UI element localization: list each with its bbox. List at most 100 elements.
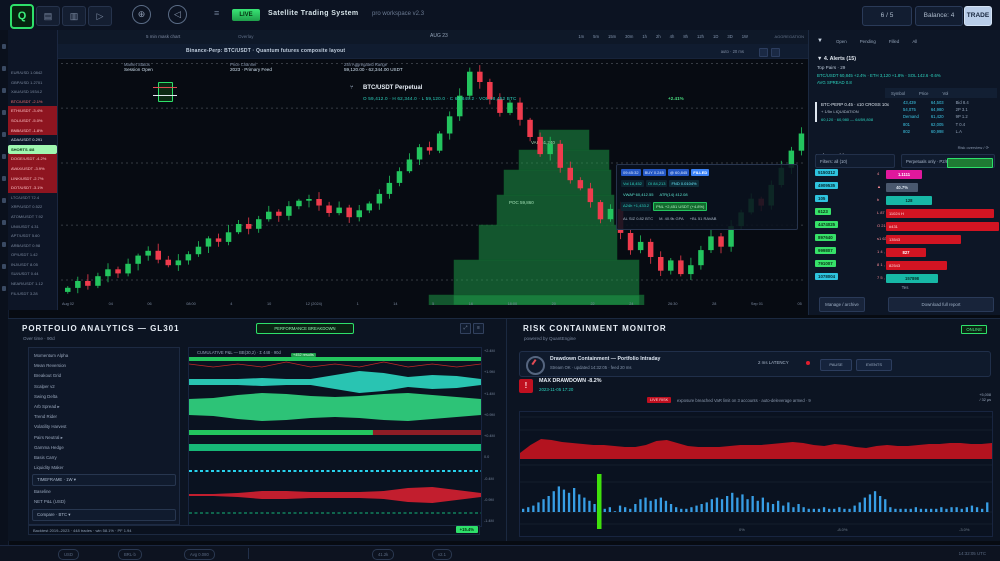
timeframe-chip[interactable]: 3D: [725, 33, 734, 40]
pause-chip[interactable]: PAUSE: [820, 359, 852, 371]
strategy-item[interactable]: Breakout Grid: [29, 371, 179, 381]
filter-box-1[interactable]: Filters: all (10): [815, 154, 895, 168]
risk-overview-link[interactable]: Risk overview / ⟳: [958, 145, 989, 150]
timeframe-chip[interactable]: 1h: [640, 33, 649, 40]
rail-glyph[interactable]: [2, 176, 6, 181]
strategy-item[interactable]: Mean Reversion: [29, 361, 179, 371]
symbol-title[interactable]: Binance-Perp: BTC/USDT · Quantum futures…: [186, 48, 345, 54]
filter-icon[interactable]: ▼: [817, 38, 823, 44]
rail-glyph[interactable]: [2, 66, 6, 71]
watchlist-item[interactable]: SHORTS 4/8: [8, 145, 57, 155]
timeframe-chip[interactable]: 8h: [681, 33, 690, 40]
timeframe-chip[interactable]: 4h: [668, 33, 677, 40]
watchlist-item[interactable]: NEAR/USDT 1.12: [8, 279, 57, 289]
timeframe-chip[interactable]: 2h: [654, 33, 663, 40]
chart-mode-label[interactable]: Overlay: [238, 34, 254, 39]
strategy-item[interactable]: Liquidity Maker: [29, 463, 179, 473]
menu-icon[interactable]: ≡: [473, 323, 484, 334]
trade-button[interactable]: TRADE: [964, 6, 992, 26]
timeframe-chip[interactable]: 12h: [695, 33, 706, 40]
watchlist-item[interactable]: GBP/USD 1.2701: [8, 78, 57, 88]
report-button[interactable]: Download full report: [888, 297, 994, 312]
manage-button[interactable]: Manage / archive: [819, 297, 865, 312]
rail-glyph[interactable]: [2, 264, 6, 269]
strategy-item[interactable]: Swing Delta: [29, 392, 179, 402]
watchlist-item[interactable]: ARB/USDT 0.98: [8, 241, 57, 251]
col-vol[interactable]: Vol: [943, 91, 949, 96]
strategy-item[interactable]: Basis Carry: [29, 453, 179, 463]
rail-glyph[interactable]: [2, 88, 6, 93]
watchlist-item[interactable]: XAU/USD 1934.2: [8, 87, 57, 97]
book-row[interactable]: 9998071 4 , 13 · 41827: [813, 246, 997, 258]
app-logo-icon[interactable]: Q: [10, 4, 34, 29]
book-row[interactable]: 105b128: [813, 194, 997, 206]
strategy-item[interactable]: Scalper v2: [29, 382, 179, 392]
strategy-item[interactable]: Volatility Harvest: [29, 422, 179, 432]
watchlist-item[interactable]: INJ/USDT 8.05: [8, 260, 57, 270]
strategy-item[interactable]: Pairs Neutral ▸: [29, 433, 179, 443]
camera-square-icon[interactable]: [771, 48, 780, 57]
crosshair-icon[interactable]: ⊕: [132, 5, 151, 24]
watchlist-item[interactable]: SUI/USDT 0.44: [8, 269, 57, 279]
strategy-item[interactable]: Momentum Alpha: [29, 351, 179, 361]
timeframe-chip[interactable]: 1m: [576, 33, 586, 40]
timeframe-chip[interactable]: 1D: [711, 33, 720, 40]
panels-icon[interactable]: ▥: [62, 6, 86, 26]
performance-pill[interactable]: PERFORMANCE BREAKDOWN: [256, 323, 354, 334]
list-icon[interactable]: ≡: [214, 8, 219, 18]
watchlist-item[interactable]: DOGE/USDT -4.2%: [8, 154, 57, 164]
watchlist-item[interactable]: SOL/USDT -5.0%: [8, 116, 57, 126]
watchlist-item[interactable]: ATOM/USDT 7.92: [8, 212, 57, 222]
rail-glyph[interactable]: [2, 286, 6, 291]
watchlist-item[interactable]: EUR/USD 1.0842: [8, 68, 57, 78]
book-row[interactable]: 10780047 5 , 68157898: [813, 272, 997, 284]
timeframe-chip[interactable]: 15m: [606, 33, 618, 40]
rail-glyph[interactable]: [2, 132, 6, 137]
rail-glyph[interactable]: [2, 220, 6, 225]
col-symbol[interactable]: Symbol: [891, 91, 905, 96]
layout-grid-icon[interactable]: ▤: [36, 6, 60, 26]
timeframe-chip[interactable]: 30m: [623, 33, 635, 40]
filter-column[interactable]: Filled: [889, 39, 900, 44]
events-chip[interactable]: EVENTS: [856, 359, 892, 371]
watchlist-item[interactable]: BNB/USDT -1.8%: [8, 126, 57, 136]
rail-glyph[interactable]: [2, 110, 6, 115]
play-icon[interactable]: ▷: [88, 6, 112, 26]
rail-glyph[interactable]: [2, 198, 6, 203]
filter-column[interactable]: Pending: [860, 39, 876, 44]
expand-icon[interactable]: ⤢: [460, 323, 471, 334]
book-row[interactable]: 6123L 87 , 911024 H: [813, 207, 997, 219]
strategy-item[interactable]: Gamma Hedge: [29, 443, 179, 453]
watchlist-item[interactable]: UNI/USDT 4.31: [8, 222, 57, 232]
watchlist-item[interactable]: APT/USDT 5.60: [8, 231, 57, 241]
book-row[interactable]: 4909535▲40.7%: [813, 181, 997, 193]
filter-column[interactable]: Open: [836, 39, 847, 44]
book-row[interactable]: 7910078 1 , 1882543: [813, 259, 997, 271]
book-row[interactable]: 897640s1 63 , 413543: [813, 233, 997, 245]
back-icon[interactable]: ◁: [168, 5, 187, 24]
watchlist-item[interactable]: BTC/USDT -2.1%: [8, 97, 57, 107]
watchlist-item[interactable]: AVAX/USDT -3.9%: [8, 164, 57, 174]
compare-select[interactable]: Compare · BTC ▾: [32, 509, 176, 521]
watchlist-item[interactable]: DOT/USDT -3.1%: [8, 183, 57, 193]
timeframe-chip[interactable]: 5m: [591, 33, 601, 40]
timeframe-chip[interactable]: 1W: [740, 33, 750, 40]
strategy-item[interactable]: Arb Spread ▸: [29, 402, 179, 412]
watchlist-item[interactable]: ADA/USDT 0.291: [8, 135, 57, 145]
green-range-input[interactable]: [947, 158, 993, 168]
strategy-item[interactable]: Trend Rider: [29, 412, 179, 422]
rail-glyph[interactable]: [2, 154, 6, 159]
balance-button[interactable]: Balance: 4: [915, 6, 963, 26]
book-row[interactable]: 4474025O 21 , 9#431: [813, 220, 997, 232]
watchlist-item[interactable]: FIL/USDT 3.28: [8, 289, 57, 299]
book-row[interactable]: 515031241.1111: [813, 168, 997, 180]
watchlist-item[interactable]: LINK/USDT -2.7%: [8, 174, 57, 184]
watchlist-item[interactable]: ETH/USDT -3.4%: [8, 106, 57, 116]
col-price[interactable]: Price: [919, 91, 929, 96]
watchlist-item[interactable]: XRP/USDT 0.522: [8, 202, 57, 212]
watchlist-item[interactable]: LTC/USDT 72.4: [8, 193, 57, 203]
timeframe-select[interactable]: TIMEFRAME · 1W ▾: [32, 474, 176, 486]
settings-square-icon[interactable]: [759, 48, 768, 57]
watchlist-item[interactable]: OP/USDT 1.42: [8, 250, 57, 260]
alerts-title[interactable]: ▼ 4. Alerts (15): [817, 56, 856, 62]
